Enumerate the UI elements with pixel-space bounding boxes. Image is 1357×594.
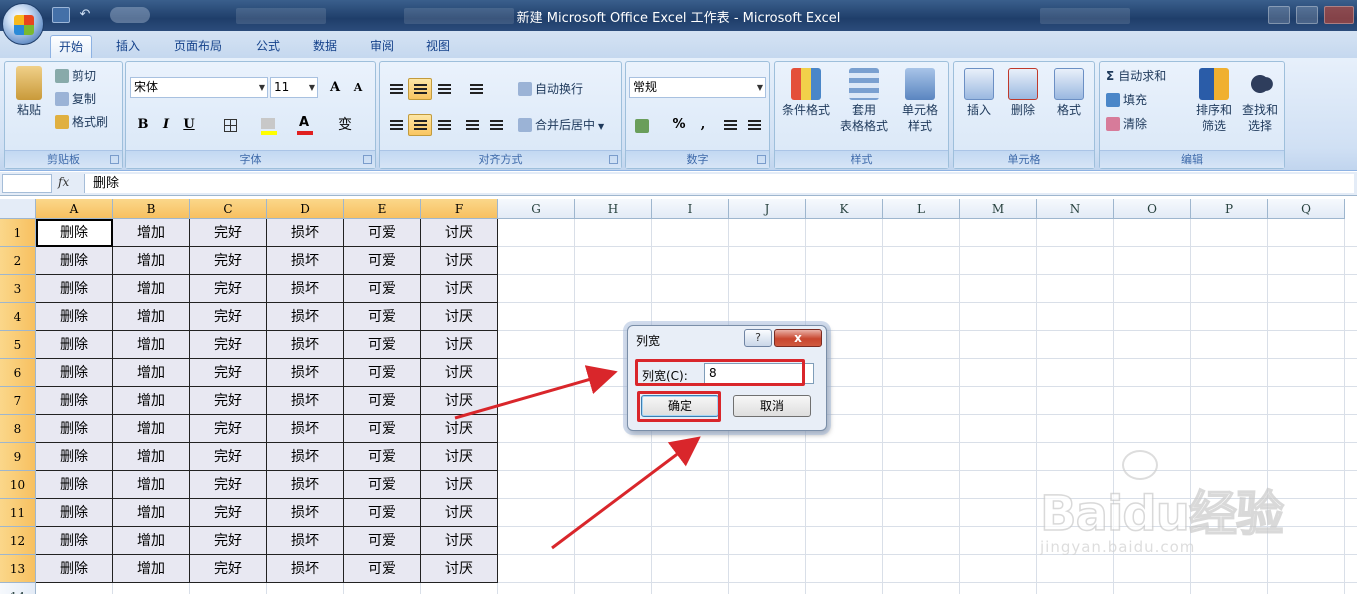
office-button[interactable] bbox=[2, 3, 44, 45]
arrow-to-ok bbox=[551, 436, 701, 550]
watermark: Baidu经验 jingyan.baidu.com bbox=[1039, 450, 1290, 570]
watermark-url: jingyan.baidu.com bbox=[1040, 538, 1196, 556]
watermark-brand: Baidu经验 bbox=[1039, 485, 1284, 543]
office-logo-icon bbox=[14, 15, 34, 35]
arrow-to-input bbox=[454, 365, 618, 420]
